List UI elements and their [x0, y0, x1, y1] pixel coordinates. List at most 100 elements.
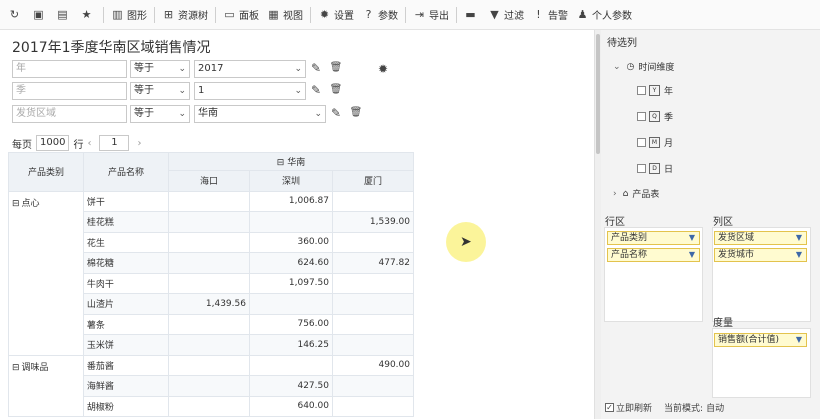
- checkbox[interactable]: [637, 164, 646, 173]
- tree-item-time-field[interactable]: Y年: [637, 84, 673, 97]
- trash-icon[interactable]: 🗑: [349, 106, 363, 120]
- favorite-button[interactable]: ★: [76, 4, 100, 26]
- chart-button[interactable]: ▥ 图形: [107, 4, 151, 26]
- auto-refresh-checkbox[interactable]: ✓: [605, 403, 614, 412]
- product-name-cell: 饼干: [82, 190, 169, 212]
- refresh-button[interactable]: ↻: [4, 4, 28, 26]
- table-icon: ⌂: [622, 188, 629, 199]
- resource-tree-icon: ⊞: [163, 8, 174, 21]
- filter-field-input[interactable]: 季: [12, 82, 127, 100]
- filter-field-input[interactable]: 发货区域: [12, 105, 127, 123]
- auto-refresh-label: 立即刷新: [616, 404, 653, 414]
- value-cell: 640.00: [248, 395, 333, 417]
- filter-value-text: 1: [198, 85, 205, 96]
- tree-item-time-field[interactable]: Q季: [637, 110, 673, 123]
- per-page-input[interactable]: 1000: [36, 135, 70, 151]
- toolbar-label: 参数: [378, 11, 398, 22]
- mode-label: 当前模式:: [664, 404, 704, 414]
- panel-icon: ▭: [224, 8, 235, 21]
- tree-item-time-field[interactable]: D日: [637, 162, 673, 175]
- settings-button[interactable]: ✹ 设置: [314, 4, 358, 26]
- view-button[interactable]: ▦ 视图: [263, 4, 307, 26]
- filter-value-select[interactable]: 1 ⌄: [194, 82, 306, 100]
- filter-operator-select[interactable]: 等于 ⌄: [130, 60, 190, 78]
- filter-operator-value: 等于: [134, 108, 154, 119]
- tree-item-product-table[interactable]: › ⌂ 产品表: [613, 187, 659, 201]
- chevron-down-icon[interactable]: ▼: [796, 232, 802, 244]
- chevron-down-icon[interactable]: ▼: [689, 249, 695, 261]
- value-cell: [167, 375, 250, 397]
- product-name-cell: 海鲜酱: [82, 375, 169, 397]
- save-button[interactable]: ▣: [28, 4, 52, 26]
- value-cell: [248, 293, 333, 315]
- alert-button[interactable]: ! 告警: [528, 4, 572, 26]
- filter-operator-select[interactable]: 等于 ⌄: [130, 82, 190, 100]
- toolbar-label: 视图: [283, 11, 303, 22]
- save-as-icon: ▤: [57, 8, 68, 21]
- scrollbar-thumb[interactable]: [596, 34, 600, 154]
- gear-icon[interactable]: ✹: [376, 62, 390, 76]
- page-input[interactable]: 1: [99, 135, 130, 151]
- tree-item-time-field[interactable]: M月: [637, 136, 673, 149]
- row-field-chip[interactable]: 产品名称 ▼: [607, 248, 700, 262]
- value-cell: 1,006.87: [248, 190, 333, 212]
- params-button[interactable]: ? 参数: [358, 4, 402, 26]
- value-cell: [167, 272, 250, 294]
- tree-item-time-dimension[interactable]: ⌄ ◷ 时间维度: [613, 60, 675, 74]
- filter-button[interactable]: ▼ 过滤: [484, 4, 528, 26]
- edit-icon[interactable]: ✎: [309, 61, 323, 75]
- product-name-cell: 番茄酱: [82, 354, 169, 376]
- category-cell[interactable]: ⊟ 点心: [8, 190, 84, 356]
- col-field-chip[interactable]: 发货城市 ▼: [714, 248, 807, 262]
- trash-icon[interactable]: 🗑: [329, 61, 343, 75]
- edit-icon[interactable]: ✎: [309, 83, 323, 97]
- time-field-label: 年: [664, 87, 674, 97]
- print-button[interactable]: ▬: [460, 4, 484, 26]
- checkbox[interactable]: [637, 86, 646, 95]
- region-header-cell[interactable]: ⊟ 华南: [167, 152, 415, 171]
- chevron-down-icon: ⌄: [294, 86, 302, 96]
- toolbar-label: 个人参数: [592, 11, 632, 22]
- expand-icon[interactable]: ›: [613, 189, 617, 199]
- calendar-icon: Q: [649, 111, 660, 122]
- panel-divider[interactable]: [594, 30, 601, 419]
- chevron-down-icon[interactable]: ▼: [689, 232, 695, 244]
- prev-page-button[interactable]: ‹: [87, 138, 91, 149]
- filter-operator-select[interactable]: 等于 ⌄: [130, 105, 190, 123]
- category-cell[interactable]: ⊟ 调味品: [8, 354, 84, 417]
- measure-chip[interactable]: 销售额(合计值) ▼: [714, 333, 807, 347]
- region-label: 华南: [287, 158, 306, 168]
- collapse-icon[interactable]: ⊟: [277, 158, 285, 168]
- chevron-down-icon[interactable]: ▼: [796, 249, 802, 261]
- trash-icon[interactable]: 🗑: [329, 83, 343, 97]
- chevron-down-icon: ⌄: [178, 109, 186, 119]
- city-header-cell: 海口: [167, 170, 250, 192]
- edit-icon[interactable]: ✎: [329, 106, 343, 120]
- export-button[interactable]: ⇥ 导出: [409, 4, 453, 26]
- value-cell: 1,539.00: [331, 211, 415, 233]
- toolbar-separator: [405, 6, 406, 23]
- next-page-button[interactable]: ›: [137, 138, 141, 149]
- filter-value-select[interactable]: 2017 ⌄: [194, 60, 306, 78]
- resource-tree-button[interactable]: ⊞ 资源树: [158, 4, 212, 26]
- category-label: 点心: [21, 198, 40, 209]
- personal-params-button[interactable]: ♟ 个人参数: [572, 4, 636, 26]
- toolbar-label: 设置: [334, 11, 354, 22]
- value-cell: [331, 190, 415, 212]
- chevron-down-icon[interactable]: ▼: [796, 334, 802, 346]
- row-field-chip[interactable]: 产品类别 ▼: [607, 231, 700, 245]
- pager: 每页 1000 行 ‹ 1 ›: [12, 134, 145, 152]
- save-as-button[interactable]: ▤: [52, 4, 76, 26]
- value-cell: [167, 190, 250, 212]
- filter-field-input[interactable]: 年: [12, 60, 127, 78]
- panel-button[interactable]: ▭ 面板: [219, 4, 263, 26]
- collapse-icon[interactable]: ⊟: [12, 363, 20, 373]
- time-dimension-label: 时间维度: [638, 63, 675, 73]
- filter-value-select[interactable]: 华南 ⌄: [194, 105, 326, 123]
- collapse-icon[interactable]: ⌄: [613, 62, 621, 72]
- col-field-chip[interactable]: 发货区域 ▼: [714, 231, 807, 245]
- product-name-cell: 牛肉干: [82, 272, 169, 294]
- collapse-icon[interactable]: ⊟: [12, 199, 20, 209]
- checkbox[interactable]: [637, 138, 646, 147]
- checkbox[interactable]: [637, 112, 646, 121]
